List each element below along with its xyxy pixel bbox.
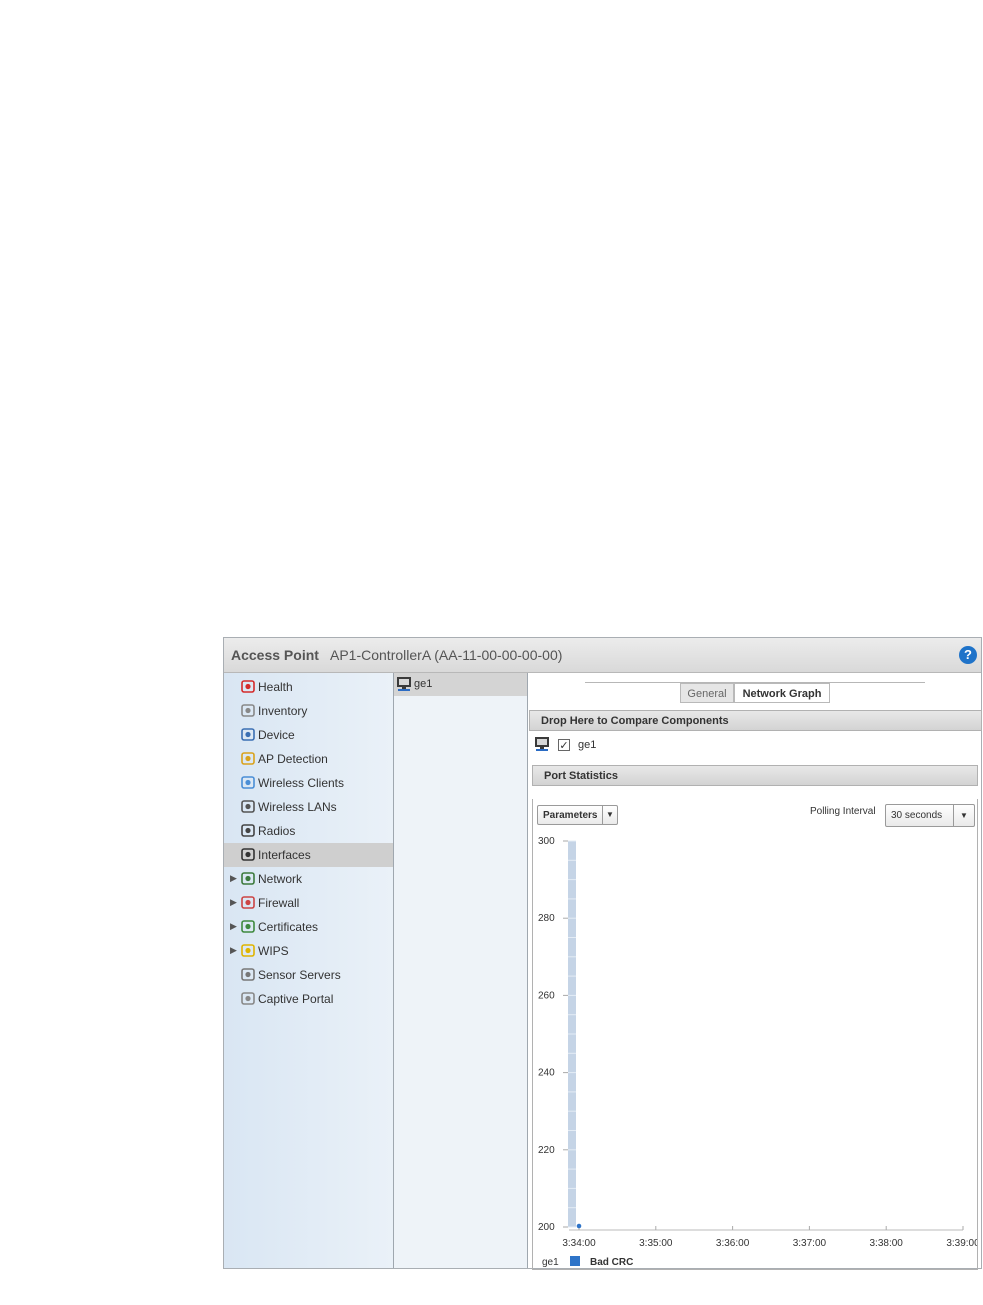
expand-arrow-icon[interactable]: ▶ xyxy=(230,921,237,932)
network-icon xyxy=(240,871,256,887)
data-point[interactable] xyxy=(576,1223,582,1229)
sidebar-item-label: Inventory xyxy=(258,704,308,718)
sidebar-item-network[interactable]: ▶ Network xyxy=(224,867,393,891)
y-tick-label: 200 xyxy=(538,1222,555,1233)
legend-series-label: Bad CRC xyxy=(590,1257,633,1268)
sidebar-item-label: Certificates xyxy=(258,920,319,934)
statistics-navigation: Health Inventory Device AP Detection Wireles… xyxy=(224,673,394,1268)
sidebar-item-radios[interactable]: Radios xyxy=(224,819,393,843)
y-tick-label: 260 xyxy=(538,990,555,1001)
sidebar-item-label: WIPS xyxy=(258,944,289,958)
device-type-label: Access Point xyxy=(231,647,319,663)
chevron-down-icon: ▼ xyxy=(953,805,974,826)
details-panel: General Network Graph Drop Here to Compa… xyxy=(528,673,982,1270)
port-statistics-chart: 300 280 260 240 220 200 3:34:00 3:35:00 3:36:00… xyxy=(538,836,977,1268)
parameters-dropdown[interactable]: Parameters ▼ xyxy=(537,805,618,825)
sidebar-item-wips[interactable]: ▶ WIPS xyxy=(224,939,393,963)
help-icon[interactable]: ? xyxy=(959,646,977,664)
parameters-label: Parameters xyxy=(543,810,598,821)
sidebar-item-label: AP Detection xyxy=(258,752,328,766)
sensor-servers-icon xyxy=(240,967,256,983)
interface-icon xyxy=(535,737,549,751)
interfaces-icon xyxy=(240,847,256,863)
sidebar-item-device[interactable]: Device xyxy=(224,723,393,747)
polling-interval-label: Polling Interval xyxy=(810,806,876,817)
interface-icon xyxy=(397,677,411,691)
device-name: AP1-ControllerA (AA-11-00-00-00-00) xyxy=(330,647,563,663)
expand-arrow-icon[interactable]: ▶ xyxy=(230,945,237,956)
expand-arrow-icon[interactable]: ▶ xyxy=(230,873,237,884)
sidebar-item-label: Radios xyxy=(258,824,296,838)
sidebar-item-ap-detection[interactable]: AP Detection xyxy=(224,747,393,771)
x-tick-label: 3:38:00 xyxy=(870,1238,904,1249)
sidebar-item-certificates[interactable]: ▶ Certificates xyxy=(224,915,393,939)
x-tick-label: 3:37:00 xyxy=(793,1238,827,1249)
interface-label: ge1 xyxy=(414,678,433,690)
x-tick-label: 3:35:00 xyxy=(639,1238,673,1249)
x-tick-label: 3:39:00 xyxy=(946,1238,977,1249)
compare-component-label: ge1 xyxy=(578,739,597,751)
wireless-lans-icon xyxy=(240,799,256,815)
sidebar-item-inventory[interactable]: Inventory xyxy=(224,699,393,723)
sidebar-item-label: Captive Portal xyxy=(258,992,334,1006)
port-statistics-panel: Parameters ▼ Polling Interval 30 seconds… xyxy=(532,799,978,1270)
ap-detection-icon xyxy=(240,751,256,767)
wireless-clients-icon xyxy=(240,775,256,791)
sidebar-item-firewall[interactable]: ▶ Firewall xyxy=(224,891,393,915)
compare-drop-zone[interactable]: Drop Here to Compare Components xyxy=(529,710,982,731)
inventory-icon xyxy=(240,703,256,719)
window-header: Access Point AP1-ControllerA (AA-11-00-0… xyxy=(224,638,981,673)
y-tick-label: 280 xyxy=(538,913,555,924)
interfaces-list: ge1 xyxy=(394,673,528,1268)
wips-icon xyxy=(240,943,256,959)
sidebar-item-label: Interfaces xyxy=(258,848,311,862)
sidebar-item-interfaces[interactable]: Interfaces xyxy=(224,843,393,867)
sidebar-item-label: Health xyxy=(258,680,293,694)
radios-icon xyxy=(240,823,256,839)
sidebar-item-label: Sensor Servers xyxy=(258,968,341,982)
chevron-down-icon: ▼ xyxy=(602,806,617,824)
sidebar-item-sensor-servers[interactable]: Sensor Servers xyxy=(224,963,393,987)
y-tick-label: 300 xyxy=(538,836,555,847)
tab-general[interactable]: General xyxy=(680,683,734,703)
polling-interval-select[interactable]: 30 seconds ▼ xyxy=(885,804,975,827)
health-icon xyxy=(240,679,256,695)
certificates-icon xyxy=(240,919,256,935)
expand-arrow-icon[interactable]: ▶ xyxy=(230,897,237,908)
polling-interval-value: 30 seconds xyxy=(891,810,943,821)
sidebar-item-label: Wireless Clients xyxy=(258,776,345,790)
compare-checkbox[interactable]: ✓ xyxy=(558,739,570,752)
captive-portal-icon xyxy=(240,991,256,1007)
access-point-window: Access Point AP1-ControllerA (AA-11-00-0… xyxy=(223,637,982,1270)
sidebar-item-label: Device xyxy=(258,728,295,742)
legend-interface-label: ge1 xyxy=(542,1257,559,1268)
sidebar-item-wireless-lans[interactable]: Wireless LANs xyxy=(224,795,393,819)
x-tick-label: 3:36:00 xyxy=(716,1238,750,1249)
x-tick-label: 3:34:00 xyxy=(562,1238,596,1249)
port-statistics-header: Port Statistics xyxy=(532,765,978,786)
legend-swatch[interactable] xyxy=(570,1256,580,1266)
tab-network-graph[interactable]: Network Graph xyxy=(734,683,830,703)
sidebar-item-wireless-clients[interactable]: Wireless Clients xyxy=(224,771,393,795)
sidebar-item-captive-portal[interactable]: Captive Portal xyxy=(224,987,393,1011)
sidebar-item-label: Wireless LANs xyxy=(258,800,337,814)
y-tick-label: 220 xyxy=(538,1145,555,1156)
firewall-icon xyxy=(240,895,256,911)
sidebar-item-label: Firewall xyxy=(258,896,300,910)
sidebar-item-health[interactable]: Health xyxy=(224,675,393,699)
y-tick-label: 240 xyxy=(538,1068,555,1079)
interface-list-item-ge1[interactable]: ge1 xyxy=(394,673,527,696)
device-icon xyxy=(240,727,256,743)
sidebar-item-label: Network xyxy=(258,872,303,886)
